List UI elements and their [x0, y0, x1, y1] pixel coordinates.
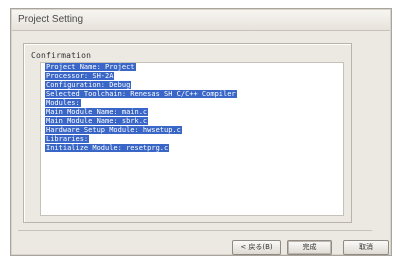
finish-button[interactable]: 完成: [287, 240, 332, 255]
cancel-button[interactable]: 取消: [343, 240, 389, 255]
confirmation-line[interactable]: Modules:: [45, 99, 343, 108]
confirmation-line[interactable]: Configuration: Debug: [45, 81, 343, 90]
confirmation-line[interactable]: Project Name: Project: [45, 63, 343, 72]
confirmation-line[interactable]: Selected Toolchain: Renesas SH C/C++ Com…: [45, 90, 343, 99]
title-bar[interactable]: Project Setting: [12, 10, 390, 31]
confirmation-list[interactable]: Project Name: Project Processor: SH-2A C…: [40, 62, 344, 216]
confirmation-line[interactable]: Main Module Name: main.c: [45, 108, 343, 117]
confirmation-line[interactable]: Hardware Setup Module: hwsetup.c: [45, 126, 343, 135]
confirmation-line[interactable]: Initialize Module: resetprg.c: [45, 144, 343, 153]
confirmation-line[interactable]: Processor: SH-2A: [45, 72, 343, 81]
window-title: Project Setting: [18, 14, 84, 25]
confirmation-line[interactable]: Main Module Name: sbrk.c: [45, 117, 343, 126]
confirmation-label: Confirmation: [31, 51, 92, 60]
button-separator: [18, 230, 372, 231]
back-button[interactable]: < 戻る(B): [232, 240, 281, 255]
confirmation-line[interactable]: Libraries:: [45, 135, 343, 144]
